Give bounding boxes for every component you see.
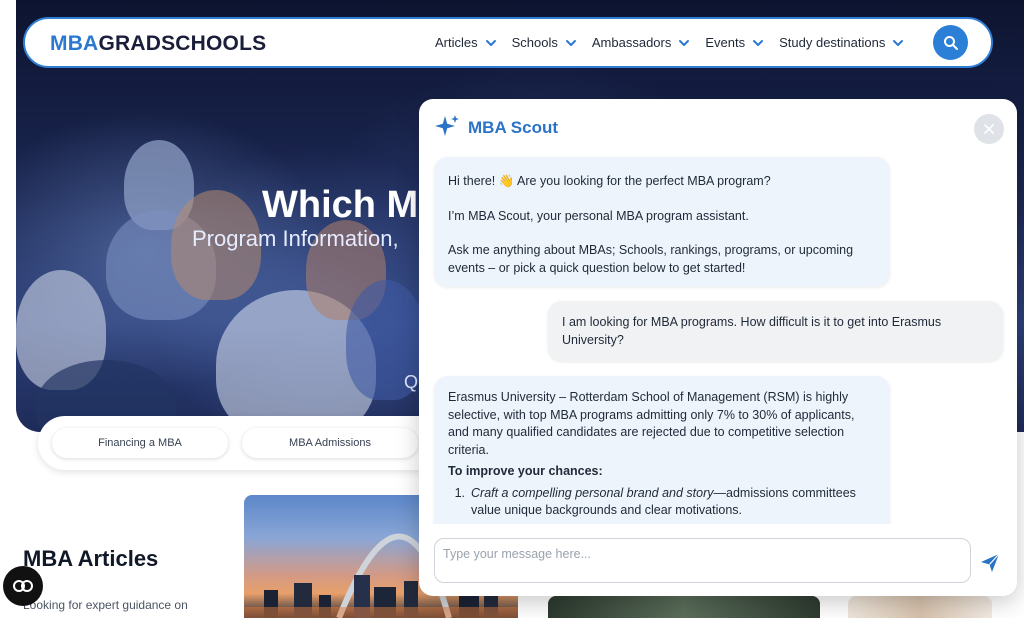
nav-label: Study destinations — [779, 35, 886, 50]
hero-title: Which M — [262, 184, 419, 226]
logo-part-mba: MBA — [50, 32, 99, 55]
nav-item-ambassadors[interactable]: Ambassadors — [592, 35, 691, 50]
send-icon[interactable] — [979, 552, 1001, 574]
bot-answer-tip: 1. Craft a compelling personal brand and… — [448, 485, 876, 520]
bot-message-line: I’m MBA Scout, your personal MBA program… — [448, 208, 749, 223]
bot-answer-heading: To improve your chances: — [448, 464, 603, 478]
tip-number: 1. — [454, 485, 465, 500]
cookie-icon — [13, 580, 33, 592]
quick-link-label: MBA Admissions — [289, 437, 371, 449]
articles-description: Looking for expert guidance on — [23, 598, 188, 612]
user-message: I am looking for MBA programs. How diffi… — [548, 301, 1003, 361]
search-button[interactable] — [933, 25, 968, 60]
article-image-coffee[interactable] — [848, 596, 992, 618]
nav-label: Schools — [511, 35, 558, 50]
main-nav: Articles Schools Ambassadors Events Stud… — [435, 19, 919, 66]
chat-widget: MBA Scout Hi there! 👋 Are you looking fo… — [419, 99, 1017, 596]
chat-messages[interactable]: Hi there! 👋 Are you looking for the perf… — [419, 155, 1017, 524]
chat-close-button[interactable] — [974, 114, 1004, 144]
bot-message-line: Hi there! 👋 Are you looking for the perf… — [448, 174, 771, 188]
nav-item-study-destinations[interactable]: Study destinations — [779, 35, 905, 50]
bot-message-line: Ask me anything about MBAs; Schools, ran… — [448, 243, 854, 275]
tip-text: Craft a compelling personal brand and st… — [471, 485, 876, 520]
chevron-down-icon — [893, 39, 904, 46]
cookie-settings-button[interactable] — [3, 566, 43, 606]
quick-links-bar: Financing a MBA MBA Admissions — [38, 416, 438, 470]
bot-message: Hi there! 👋 Are you looking for the perf… — [434, 157, 890, 287]
chevron-down-icon — [679, 39, 690, 46]
articles-heading: MBA Articles — [23, 546, 159, 571]
tip-emphasis: Craft a compelling personal brand and st… — [471, 485, 714, 500]
sparkle-icon — [435, 115, 459, 136]
nav-label: Events — [705, 35, 746, 50]
nav-item-events[interactable]: Events — [705, 35, 765, 50]
article-image-graduates[interactable] — [548, 596, 820, 618]
chat-input-wrapper — [434, 538, 971, 583]
hero-question-text: Q — [404, 372, 419, 392]
search-icon — [943, 35, 958, 50]
nav-label: Ambassadors — [591, 35, 672, 50]
chat-title: MBA Scout — [468, 118, 559, 137]
user-message-text: I am looking for MBA programs. How diffi… — [562, 315, 942, 347]
site-header: MBAGRADSCHOOLS Articles Schools Ambassad… — [23, 17, 993, 68]
quick-link-label: Financing a MBA — [98, 437, 182, 449]
chevron-down-icon — [485, 39, 496, 46]
nav-item-schools[interactable]: Schools — [512, 35, 578, 50]
logo-part-gradschools: GRADSCHOOLS — [98, 32, 267, 55]
hero-subtitle: Program Information, — [192, 226, 399, 251]
chevron-down-icon — [753, 39, 764, 46]
chat-header: MBA Scout — [419, 99, 1017, 155]
bot-answer-intro: Erasmus University – Rotterdam School of… — [448, 390, 855, 457]
nav-label: Articles — [435, 35, 478, 50]
quick-link-admissions[interactable]: MBA Admissions — [242, 428, 418, 458]
chevron-down-icon — [565, 39, 576, 46]
quick-link-financing[interactable]: Financing a MBA — [52, 428, 228, 458]
close-icon — [984, 124, 994, 134]
nav-item-articles[interactable]: Articles — [435, 35, 498, 50]
site-logo[interactable]: MBAGRADSCHOOLS — [50, 32, 266, 56]
bot-message: Erasmus University – Rotterdam School of… — [434, 376, 890, 524]
chat-message-input[interactable] — [435, 539, 970, 582]
